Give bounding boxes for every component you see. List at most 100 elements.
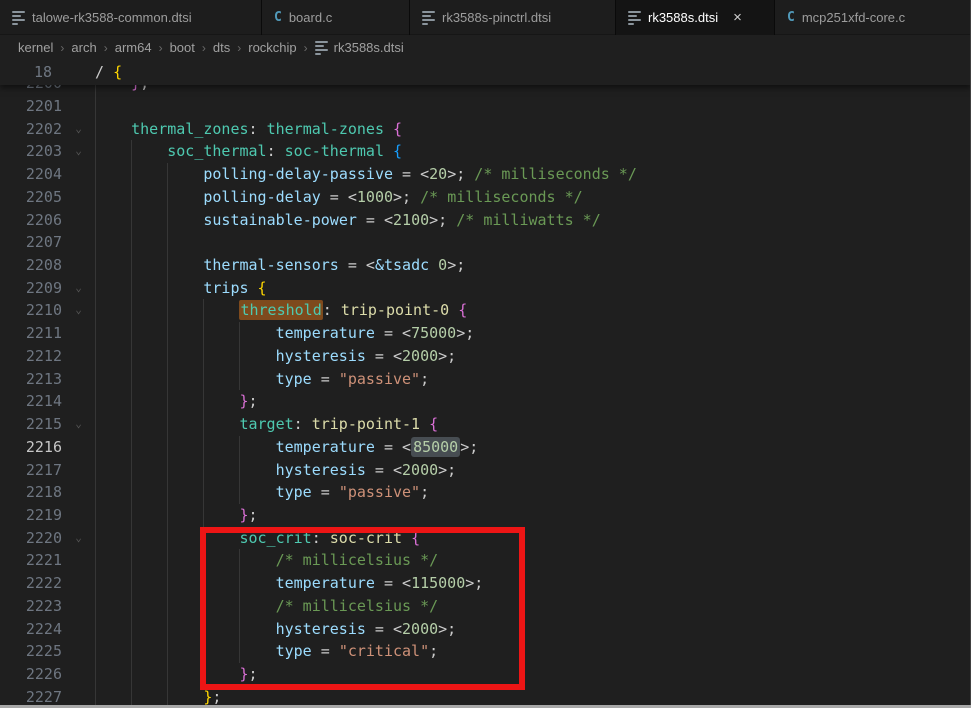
indent-guide — [239, 345, 240, 368]
fold-chevron-icon[interactable]: ⌄ — [62, 277, 95, 300]
breadcrumb-item-file[interactable]: rk3588s.dtsi — [315, 40, 404, 55]
code-line-2211[interactable]: 2211temperature = <75000>; — [0, 322, 971, 345]
code-line-2210[interactable]: 2210⌄threshold: trip-point-0 { — [0, 299, 971, 322]
line-number[interactable]: 2205 — [0, 186, 62, 209]
tab-label: talowe-rk3588-common.dtsi — [32, 10, 192, 25]
indent-guide — [167, 436, 168, 459]
line-number[interactable]: 2202 — [0, 118, 62, 141]
code-line-2202[interactable]: 2202⌄thermal_zones: thermal-zones { — [0, 118, 971, 141]
code-line-2215[interactable]: 2215⌄target: trip-point-1 { — [0, 413, 971, 436]
code-line-2203[interactable]: 2203⌄soc_thermal: soc-thermal { — [0, 140, 971, 163]
code-token — [384, 120, 393, 138]
code-line-2214[interactable]: 2214}; — [0, 390, 971, 413]
breadcrumb-item-boot[interactable]: boot — [170, 40, 195, 55]
code-line-2213[interactable]: 2213 type = "passive"; — [0, 368, 971, 391]
line-number[interactable]: 2208 — [0, 254, 62, 277]
line-number[interactable]: 2206 — [0, 209, 62, 232]
code-line-2218[interactable]: 2218type = "passive"; — [0, 481, 971, 504]
code-token: trips — [203, 279, 248, 297]
breadcrumb-item-arm64[interactable]: arm64 — [115, 40, 152, 55]
line-number[interactable]: 2224 — [0, 618, 62, 641]
code-text: temperature = <85000>; — [95, 436, 478, 459]
indent-guide — [131, 322, 132, 345]
line-number[interactable]: 2219 — [0, 504, 62, 527]
line-number[interactable]: 2211 — [0, 322, 62, 345]
fold-chevron-icon[interactable]: ⌄ — [62, 527, 95, 550]
indent-guide — [95, 118, 96, 141]
line-number[interactable]: 2210 — [0, 299, 62, 322]
line-number[interactable]: 2218 — [0, 481, 62, 504]
indent-guide — [203, 481, 204, 504]
code-line-2204[interactable]: 2204polling-delay-passive = <20>; /* mil… — [0, 163, 971, 186]
fold-chevron-icon[interactable]: ⌄ — [62, 140, 95, 163]
line-number[interactable]: 2203 — [0, 140, 62, 163]
indent-guide — [95, 368, 96, 391]
indent-guide — [95, 209, 96, 232]
code-line-2206[interactable]: 2206sustainable-power = <2100>; /* milli… — [0, 209, 971, 232]
indent-guide — [95, 322, 96, 345]
c-file-icon: C — [274, 10, 282, 25]
code-token: temperature — [276, 438, 375, 456]
line-number[interactable]: 2209 — [0, 277, 62, 300]
line-number[interactable]: 2220 — [0, 527, 62, 550]
indent-guide — [131, 640, 132, 663]
breadcrumb-item-rockchip[interactable]: rockchip — [248, 40, 296, 55]
code-line-2201[interactable]: 2201 — [0, 95, 971, 118]
code-text: type = "passive"; — [95, 368, 429, 391]
code-text: }; — [95, 390, 258, 413]
tab-mcp251xfd-core.c[interactable]: Cmcp251xfd-core.c — [775, 0, 971, 35]
code-line-2208[interactable]: 2208thermal-sensors = <&tsadc 0>; — [0, 254, 971, 277]
line-number[interactable]: 2221 — [0, 549, 62, 572]
line-number[interactable]: 2204 — [0, 163, 62, 186]
line-number[interactable]: 2226 — [0, 663, 62, 686]
indent-guide — [131, 618, 132, 641]
code-token: = < — [366, 461, 402, 479]
indent-guide — [95, 640, 96, 663]
fold-chevron-icon[interactable]: ⌄ — [62, 413, 95, 436]
code-token: = < — [366, 347, 402, 365]
indent-guide — [239, 436, 240, 459]
code-token: { — [113, 63, 122, 81]
code-line-2209[interactable]: 2209⌄ trips { — [0, 277, 971, 300]
indent-guide — [95, 595, 96, 618]
line-number[interactable]: 2225 — [0, 640, 62, 663]
chevron-right-icon: › — [104, 41, 108, 55]
sticky-scroll-line[interactable]: 18/ { — [0, 60, 971, 85]
tab-rk3588s.dtsi[interactable]: rk3588s.dtsi× — [616, 0, 775, 35]
indent-guide — [131, 436, 132, 459]
line-number[interactable]: 2213 — [0, 368, 62, 391]
indent-guide — [131, 572, 132, 595]
close-tab-icon[interactable]: × — [733, 10, 742, 25]
fold-chevron-icon[interactable]: ⌄ — [62, 118, 95, 141]
line-number[interactable]: 2201 — [0, 95, 62, 118]
code-line-2217[interactable]: 2217hysteresis = <2000>; — [0, 459, 971, 482]
code-line-2216[interactable]: 2216 temperature = <85000>; — [0, 436, 971, 459]
line-number[interactable]: 2216 — [0, 436, 62, 459]
line-number[interactable]: 2212 — [0, 345, 62, 368]
line-number[interactable]: 2214 — [0, 390, 62, 413]
code-token: { — [258, 279, 267, 297]
line-number[interactable]: 2223 — [0, 595, 62, 618]
line-number[interactable]: 2207 — [0, 231, 62, 254]
code-line-2212[interactable]: 2212hysteresis = <2000>; — [0, 345, 971, 368]
breadcrumb-item-dts[interactable]: dts — [213, 40, 230, 55]
tab-talowe-rk3588-common.dtsi[interactable]: talowe-rk3588-common.dtsi — [0, 0, 262, 35]
code-token: soc_thermal — [167, 142, 266, 160]
breadcrumb-file-label: rk3588s.dtsi — [334, 40, 404, 55]
tab-board.c[interactable]: Cboard.c — [262, 0, 410, 35]
code-line-2205[interactable]: 2205polling-delay = <1000>; /* milliseco… — [0, 186, 971, 209]
indent-guide — [239, 459, 240, 482]
indent-guide — [131, 368, 132, 391]
indent-guide — [95, 186, 96, 209]
indent-guide — [203, 504, 204, 527]
tab-rk3588s-pinctrl.dtsi[interactable]: rk3588s-pinctrl.dtsi — [410, 0, 616, 35]
line-number[interactable]: 2217 — [0, 459, 62, 482]
indent-guide — [167, 572, 168, 595]
code-line-2207[interactable]: 2207 — [0, 231, 971, 254]
line-number[interactable]: 2215 — [0, 413, 62, 436]
breadcrumb-item-kernel[interactable]: kernel — [18, 40, 53, 55]
breadcrumb-item-arch[interactable]: arch — [71, 40, 96, 55]
code-line-2219[interactable]: 2219}; — [0, 504, 971, 527]
fold-chevron-icon[interactable]: ⌄ — [62, 299, 95, 322]
line-number[interactable]: 2222 — [0, 572, 62, 595]
